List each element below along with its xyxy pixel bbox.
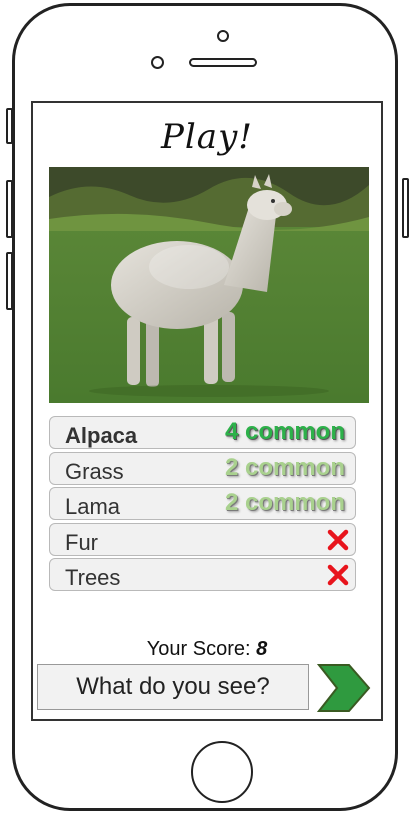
score-value: 8 bbox=[256, 638, 268, 660]
tag-row-fur: Fur bbox=[49, 522, 356, 556]
tag-label: Fur bbox=[65, 529, 98, 555]
home-button[interactable] bbox=[191, 741, 253, 803]
tag-common-count: 4 common bbox=[224, 418, 345, 445]
guess-input[interactable] bbox=[37, 664, 309, 710]
mute-switch[interactable] bbox=[6, 108, 13, 144]
page-title: Play! bbox=[161, 117, 253, 157]
wrong-x-icon bbox=[327, 564, 349, 586]
score-display: Your Score: 8 bbox=[33, 638, 381, 661]
challenge-photo bbox=[49, 167, 369, 403]
tag-row-trees: Trees bbox=[49, 558, 356, 591]
tag-label: Grass bbox=[65, 458, 124, 484]
proximity-sensor bbox=[151, 56, 164, 69]
power-button[interactable] bbox=[402, 178, 409, 238]
tag-label: Alpaca bbox=[65, 423, 138, 448]
earpiece-speaker bbox=[189, 58, 257, 67]
tag-row-lama: Lama 2 common bbox=[49, 487, 356, 520]
tag-label: Trees bbox=[65, 565, 121, 590]
wrong-x-icon bbox=[327, 529, 349, 550]
volume-up-button[interactable] bbox=[6, 180, 13, 238]
chevron-right-icon[interactable] bbox=[317, 663, 371, 713]
score-label: Your Score: bbox=[146, 638, 251, 660]
volume-down-button[interactable] bbox=[6, 252, 13, 310]
tag-label: Lama bbox=[65, 494, 121, 519]
tag-row-grass: Grass 2 common bbox=[49, 451, 356, 485]
tag-row-alpaca: Alpaca 4 common bbox=[49, 416, 356, 449]
front-camera bbox=[217, 30, 229, 42]
tag-common-count: 2 common bbox=[224, 489, 345, 516]
tag-common-count: 2 common bbox=[224, 453, 345, 481]
tag-list: Alpaca 4 common Grass 2 common Lama 2 co… bbox=[49, 416, 356, 594]
app-screen: Play! Alpaca 4 common Grass 2 common Lam… bbox=[31, 101, 383, 721]
